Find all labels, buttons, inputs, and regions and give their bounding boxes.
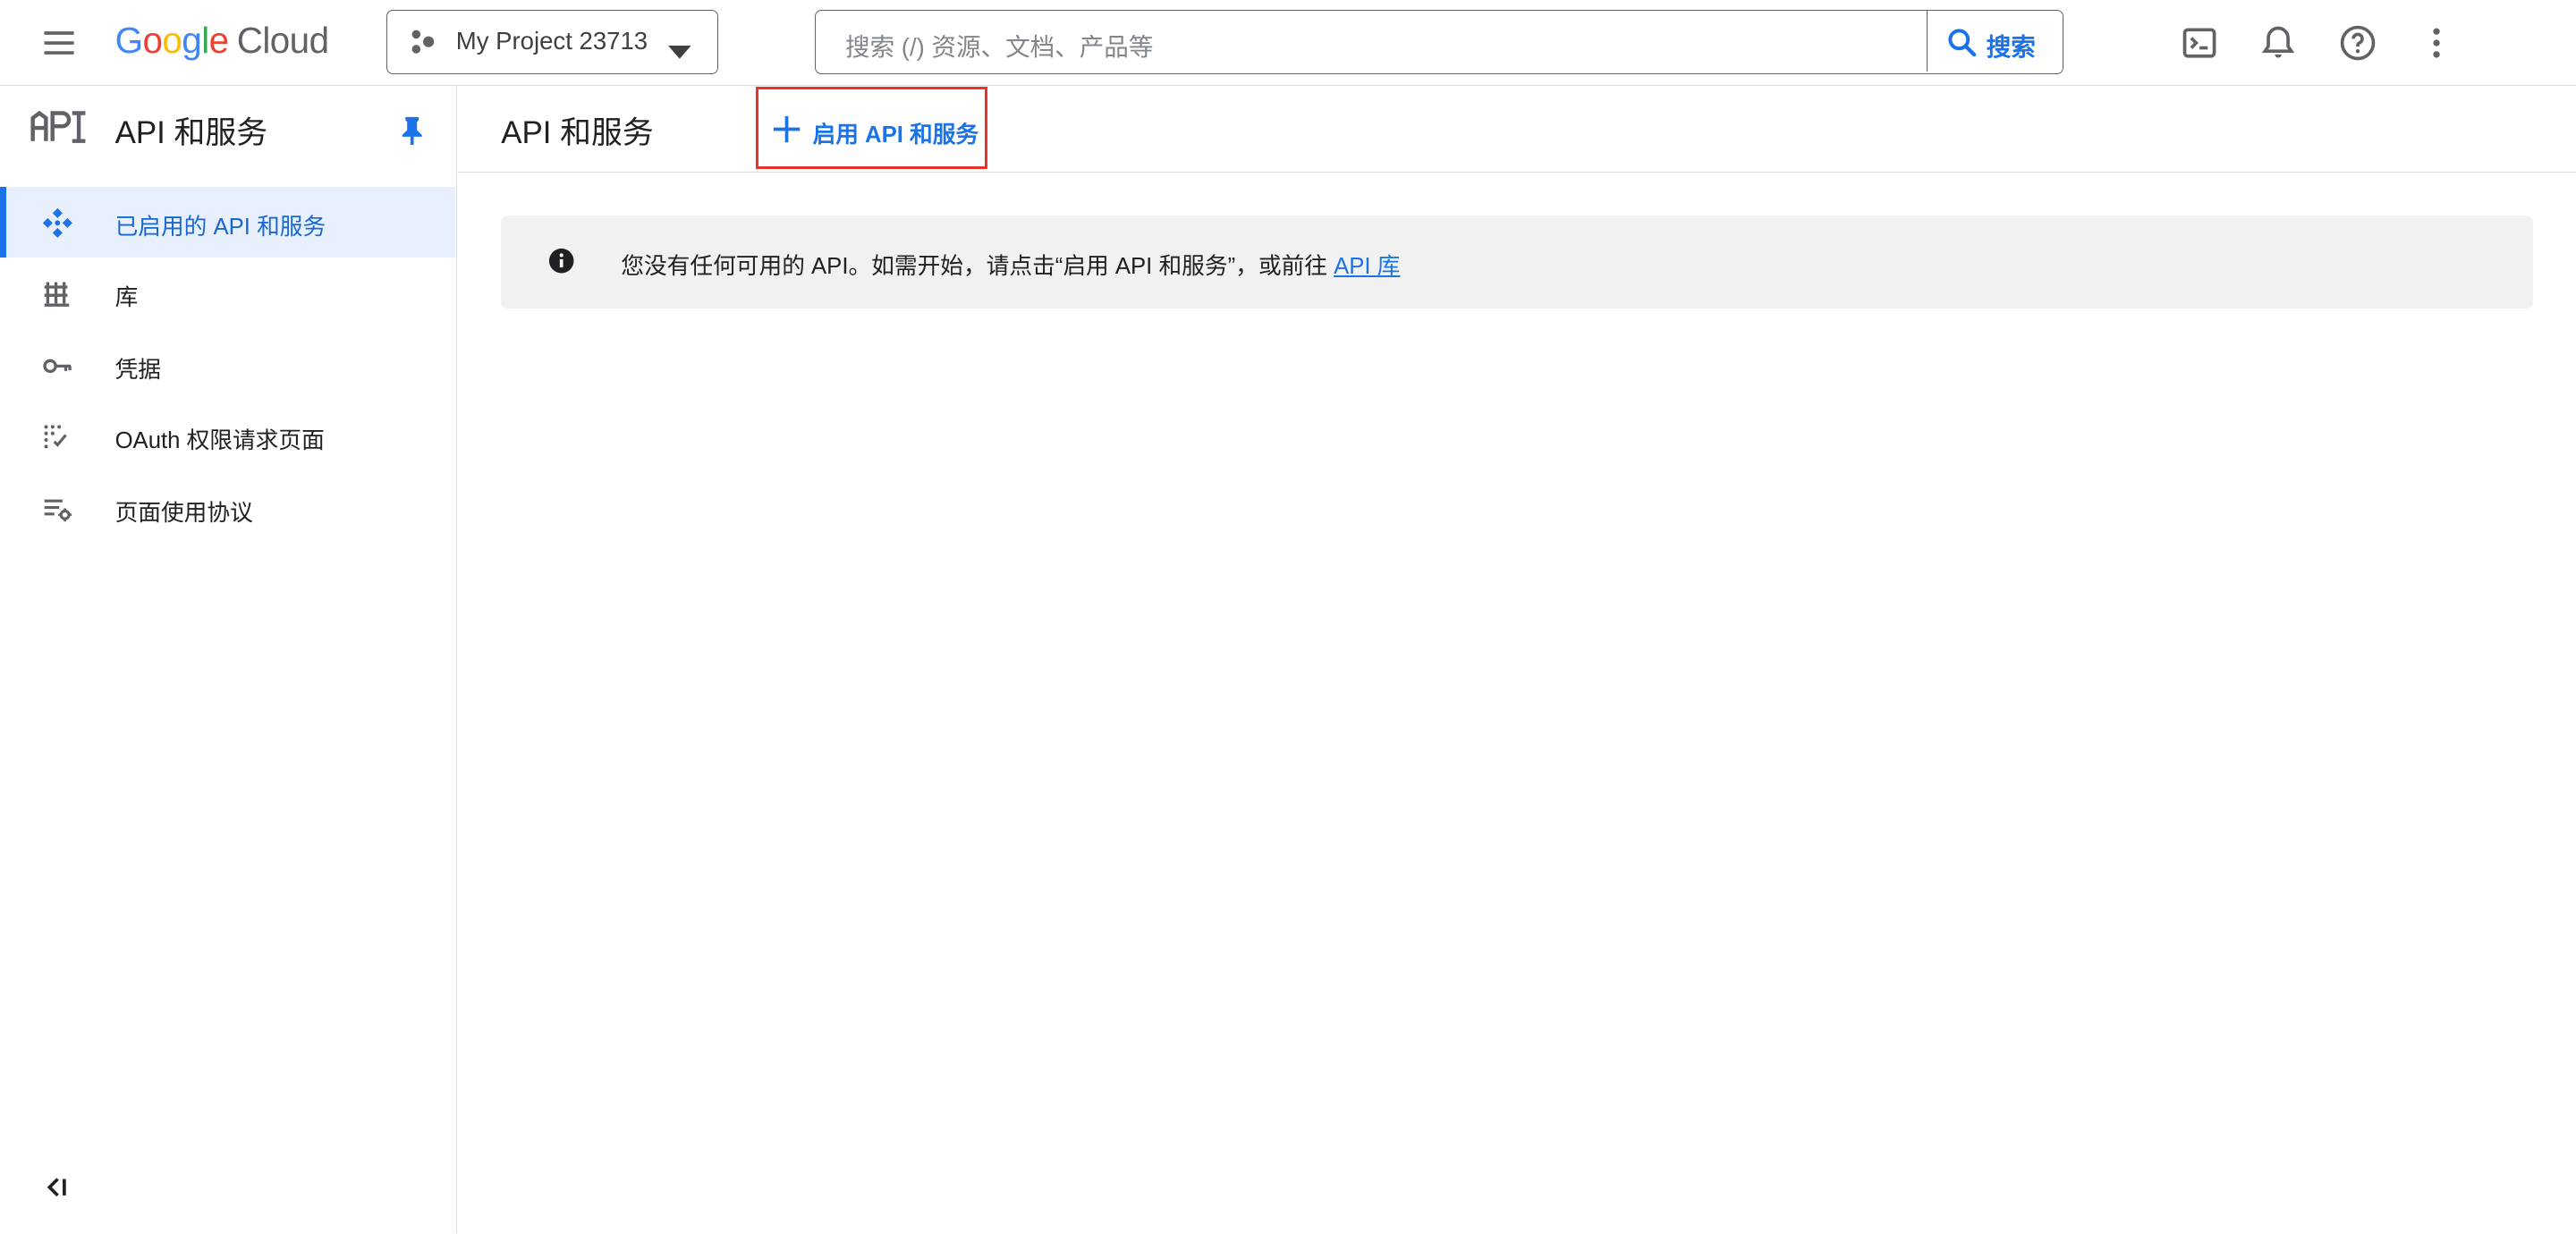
banner-message: 您没有任何可用的 API。如需开始，请点击“启用 API 和服务”，或前往 AP… [621, 248, 1400, 281]
page-usage-icon [41, 493, 74, 526]
cloud-shell-icon[interactable] [2180, 23, 2219, 63]
enable-apis-button-label: 启用 API 和服务 [812, 122, 979, 148]
library-icon [41, 277, 74, 310]
sidebar-item-library[interactable]: 库 [0, 258, 455, 328]
logo-letter: o [162, 20, 182, 62]
search-button-label: 搜索 [1986, 33, 2036, 62]
sidebar-item-enabled-apis[interactable]: 已启用的 API 和服务 [0, 187, 455, 258]
sidebar-item-label: OAuth 权限请求页面 [114, 428, 325, 454]
sidebar-header: API 和服务 [0, 86, 455, 172]
oauth-consent-icon [41, 420, 74, 453]
logo-cloud-text: Cloud [236, 20, 329, 62]
api-services-icon [41, 207, 74, 240]
add-icon [773, 115, 800, 143]
sidebar: API 和服务 已启用的 API 和服务 库 凭据 OAuth 权限请求页面 页… [0, 85, 457, 1234]
search-input[interactable]: 搜索 (/) 资源、文档、产品等 [845, 27, 1153, 63]
key-icon [41, 350, 74, 383]
sidebar-item-label: 页面使用协议 [114, 500, 253, 526]
project-icon [410, 29, 436, 62]
search-bar: 搜索 (/) 资源、文档、产品等 搜索 [815, 10, 2063, 74]
sidebar-item-oauth-consent[interactable]: OAuth 权限请求页面 [0, 401, 455, 471]
search-icon [1948, 28, 1977, 56]
info-banner: 您没有任何可用的 API。如需开始，请点击“启用 API 和服务”，或前往 AP… [501, 215, 2534, 309]
info-icon [548, 248, 574, 274]
top-bar: Google Cloud My Project 23713 搜索 (/) 资源、文… [0, 0, 2576, 86]
bell-icon[interactable] [2258, 23, 2298, 63]
sidebar-item-page-usage[interactable]: 页面使用协议 [0, 473, 455, 544]
sidebar-item-label: 凭据 [114, 358, 161, 384]
api-logo-icon [30, 108, 89, 148]
logo-google-text: Google [114, 20, 230, 62]
logo-letter: G [114, 20, 143, 62]
chevron-down-icon [667, 36, 691, 66]
sidebar-item-credentials[interactable]: 凭据 [0, 330, 455, 401]
project-selector[interactable]: My Project 23713 [386, 10, 718, 74]
sidebar-item-label: 已启用的 API 和服务 [114, 215, 326, 241]
page-title: API 和服务 [501, 115, 654, 151]
sidebar-title: API 和服务 [114, 115, 268, 151]
sidebar-item-label: 库 [114, 285, 139, 311]
menu-icon[interactable] [39, 23, 79, 63]
logo-letter: g [182, 20, 202, 62]
google-cloud-logo[interactable]: Google Cloud [114, 20, 330, 62]
logo-letter: e [208, 20, 229, 62]
logo-letter: o [142, 20, 163, 62]
logo-letter: l [201, 20, 209, 62]
enable-apis-button[interactable]: 启用 API 和服务 [755, 87, 987, 170]
search-button[interactable]: 搜索 [1926, 11, 2063, 72]
main-header: API 和服务 启用 API 和服务 [458, 86, 2576, 173]
pin-icon[interactable] [399, 115, 425, 145]
more-vert-icon[interactable] [2417, 23, 2456, 63]
help-icon[interactable] [2338, 23, 2377, 63]
collapse-sidebar-icon[interactable] [43, 1174, 69, 1200]
api-library-link[interactable]: API 库 [1334, 254, 1400, 279]
banner-text: 您没有任何可用的 API。如需开始，请点击“启用 API 和服务”，或前往 [621, 254, 1335, 280]
project-name: My Project 23713 [455, 27, 648, 55]
